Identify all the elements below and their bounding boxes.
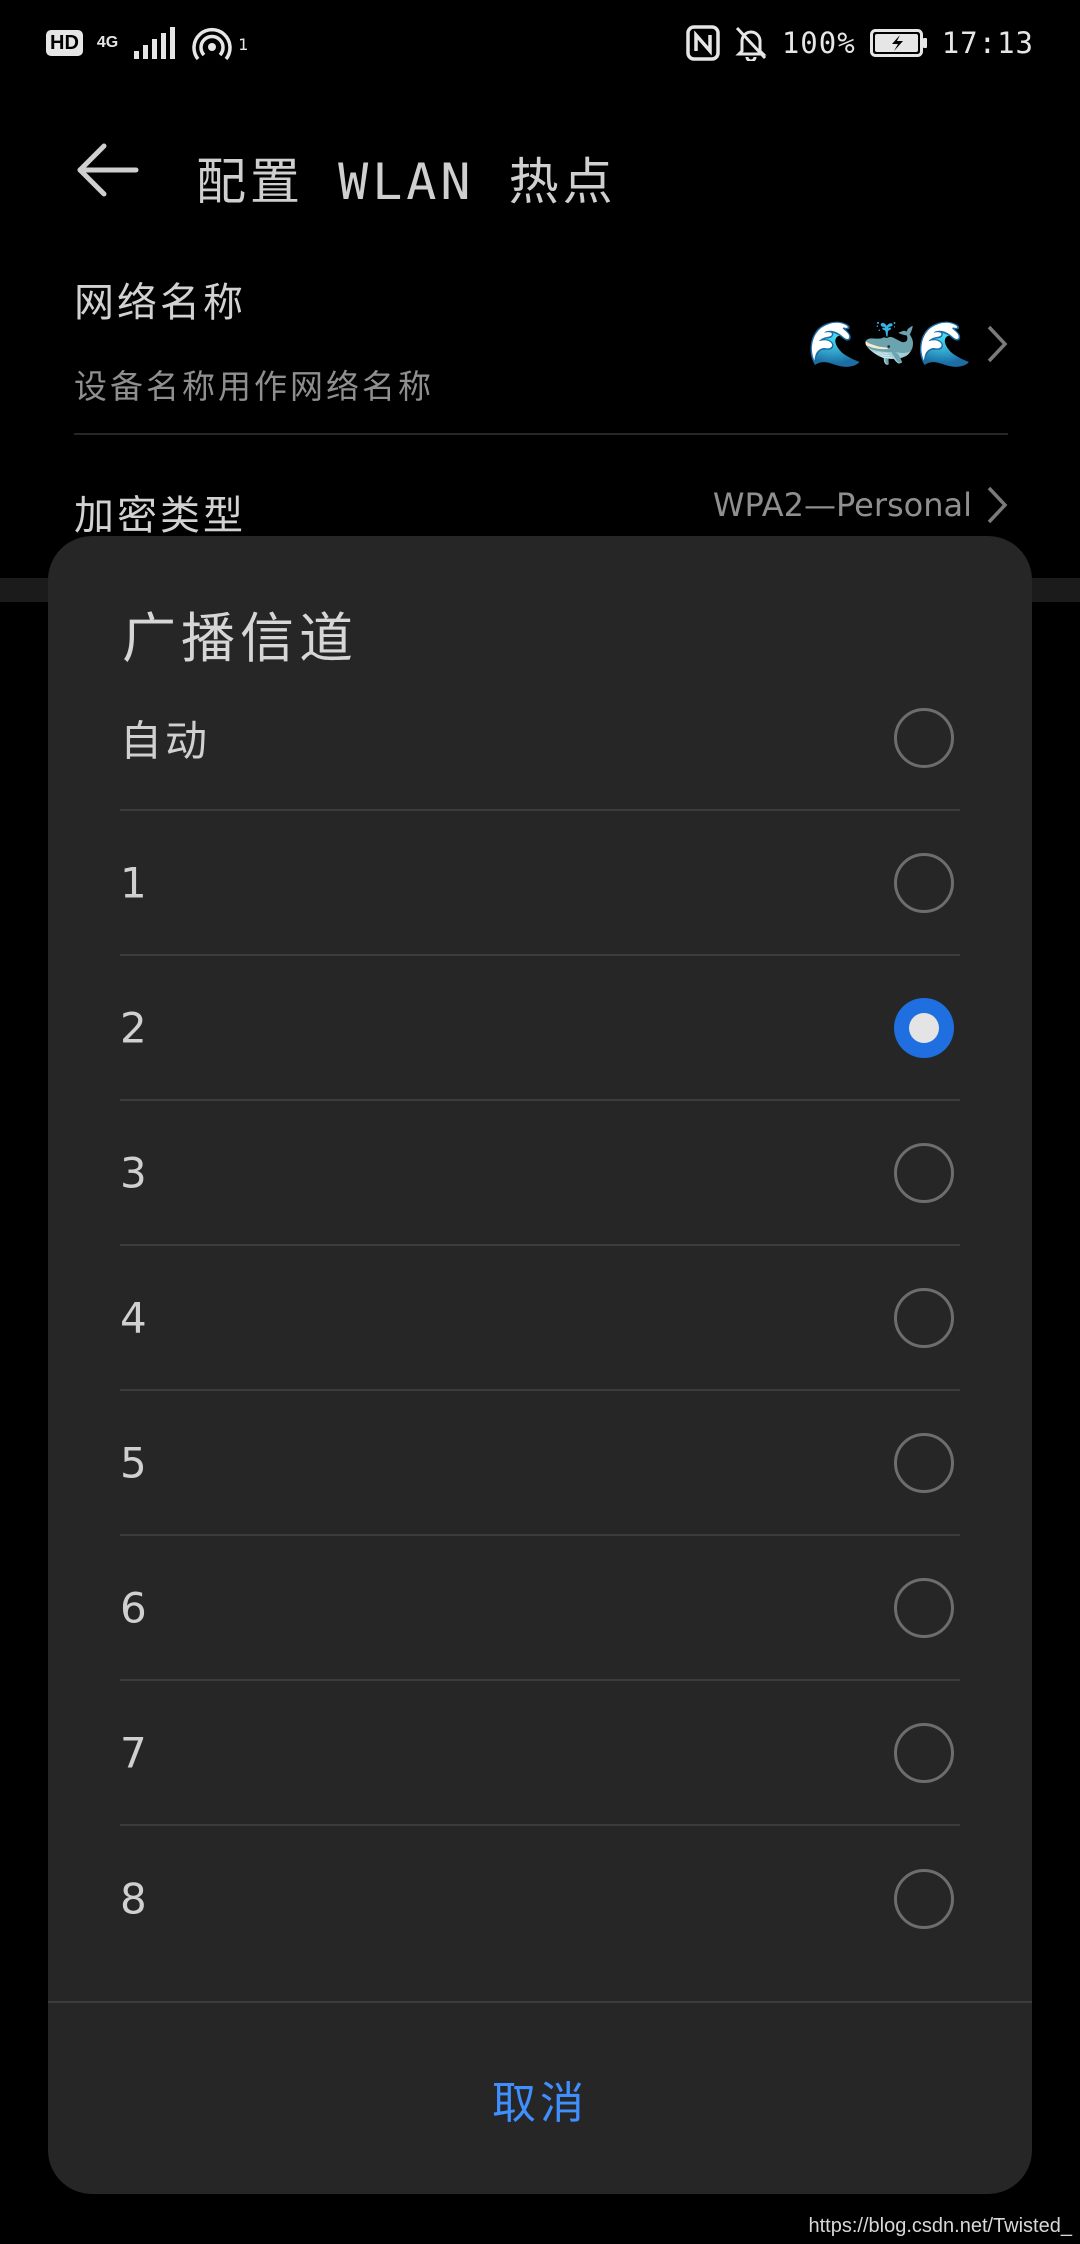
network-name-row[interactable]: 网络名称 设备名称用作网络名称 🌊🐳🌊	[74, 270, 1008, 435]
hotspot-count: 1	[238, 35, 249, 54]
channel-option[interactable]: 1	[120, 811, 960, 956]
encryption-type-value: WPA2—Personal	[712, 486, 972, 524]
radio-unchecked-icon[interactable]	[894, 707, 954, 768]
battery-charging-icon	[869, 29, 927, 57]
channel-option[interactable]: 7	[120, 1681, 960, 1826]
channel-option-label: 1	[120, 858, 150, 907]
channel-option[interactable]: 5	[120, 1391, 960, 1536]
radio-unchecked-icon[interactable]	[894, 1142, 954, 1203]
hd-icon: HD	[46, 30, 83, 56]
page-title: 配置 WLAN 热点	[196, 153, 617, 211]
network-name-value: 🌊🐳🌊	[807, 319, 972, 370]
network-name-subtitle: 设备名称用作网络名称	[74, 367, 434, 406]
radio-unchecked-icon[interactable]	[894, 852, 954, 913]
channel-option-label: 3	[120, 1148, 150, 1197]
radio-unchecked-icon[interactable]	[894, 1577, 954, 1638]
channel-option-label: 4	[120, 1293, 150, 1342]
back-arrow-icon[interactable]	[72, 140, 142, 200]
app-header: 配置 WLAN 热点	[0, 120, 1080, 220]
channel-list: 自动 1 2 3 4 5 6 7 8	[120, 666, 960, 1971]
radio-unchecked-icon[interactable]	[894, 1868, 954, 1929]
channel-option[interactable]: 6	[120, 1536, 960, 1681]
channel-option[interactable]: 2	[120, 956, 960, 1101]
radio-checked-icon[interactable]	[894, 997, 954, 1058]
status-right: 100% 17:13	[686, 25, 1034, 61]
broadcast-channel-dialog: 广播信道 自动 1 2 3 4 5 6 7 8 取消	[48, 536, 1032, 2194]
chevron-right-icon	[987, 486, 1008, 524]
cancel-button[interactable]: 取消	[48, 2003, 1032, 2194]
network-name-title: 网络名称	[74, 280, 246, 326]
status-left: HD 4G 1	[46, 25, 248, 61]
nfc-icon	[686, 25, 720, 61]
radio-dot	[909, 1012, 939, 1043]
channel-option-label: 7	[120, 1728, 150, 1777]
channel-option-label: 5	[120, 1438, 150, 1487]
channel-option[interactable]: 自动	[120, 666, 960, 811]
clock: 17:13	[941, 26, 1034, 60]
encryption-type-title: 加密类型	[74, 493, 246, 539]
radio-unchecked-icon[interactable]	[894, 1432, 954, 1493]
network-name-value-group: 🌊🐳🌊	[808, 318, 1008, 370]
status-bar: HD 4G 1 100% 17:13	[0, 0, 1080, 86]
watermark: https://blog.csdn.net/Twisted_	[808, 2215, 1073, 2237]
hotspot-settings: 网络名称 设备名称用作网络名称 🌊🐳🌊 加密类型 WPA2—Personal	[74, 270, 1008, 555]
channel-option-label: 2	[120, 1003, 150, 1052]
radio-unchecked-icon[interactable]	[894, 1722, 954, 1783]
channel-option-label: 6	[120, 1583, 150, 1632]
channel-option-label: 自动	[120, 716, 211, 765]
hotspot-icon	[192, 28, 232, 61]
battery-percent: 100%	[781, 26, 856, 60]
signal-icon	[134, 27, 176, 59]
bell-off-icon	[735, 26, 767, 61]
encryption-type-value-group: WPA2—Personal	[713, 485, 1008, 525]
channel-option[interactable]: 3	[120, 1101, 960, 1246]
channel-option[interactable]: 8	[120, 1826, 960, 1971]
chevron-right-icon	[987, 325, 1008, 363]
radio-unchecked-icon[interactable]	[894, 1287, 954, 1348]
dialog-title: 广播信道	[122, 607, 358, 670]
channel-option-label: 8	[120, 1874, 150, 1923]
network-type: 4G	[96, 34, 119, 51]
channel-option[interactable]: 4	[120, 1246, 960, 1391]
